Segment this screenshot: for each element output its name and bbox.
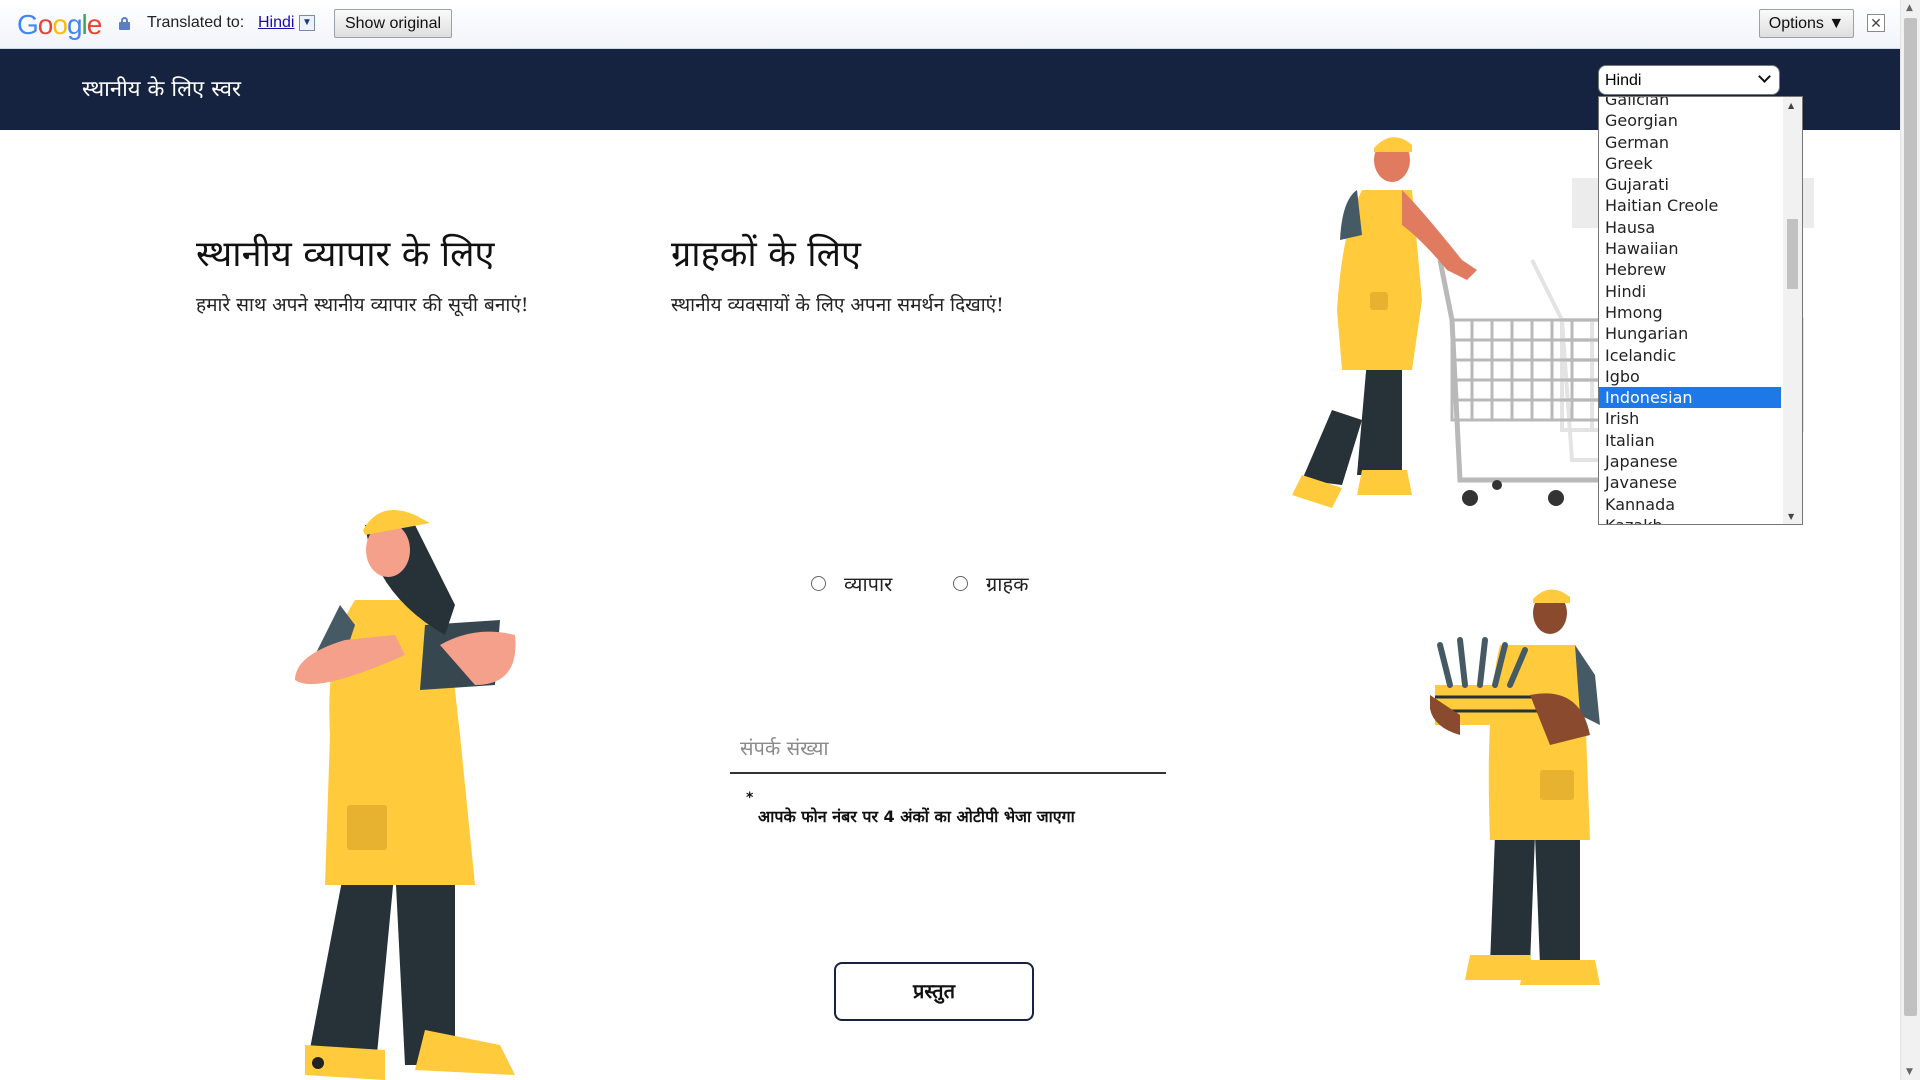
language-dropdown-list[interactable]: Galician Georgian German Greek Gujarati Haiti… — [1598, 96, 1803, 525]
page-scrollbar[interactable]: ▲ ▼ — [1900, 0, 1920, 1080]
language-option[interactable]: Igbo — [1599, 366, 1781, 387]
language-option[interactable]: Javanese — [1599, 472, 1781, 493]
business-section: स्थानीय व्यापार के लिए हमारे साथ अपने स्… — [196, 228, 528, 317]
phone-input[interactable]: संपर्क संख्या — [730, 730, 1166, 774]
radio-customer[interactable]: ग्राहक — [953, 570, 1028, 597]
customer-subtitle: स्थानीय व्यवसायों के लिए अपना समर्थन दिख… — [671, 294, 1004, 316]
dropdown-scrollbar[interactable]: ▲ ▼ — [1783, 97, 1802, 524]
radio-customer-label[interactable]: ग्राहक — [986, 570, 1028, 597]
language-option[interactable]: German — [1599, 132, 1781, 153]
radio-customer-circle[interactable] — [953, 576, 968, 591]
lock-icon — [119, 17, 130, 30]
man-crate-illustration — [1430, 589, 1600, 985]
dropdown-scroll-thumb[interactable] — [1787, 219, 1798, 289]
chevron-down-icon[interactable]: ▼ — [299, 15, 315, 31]
radio-business[interactable]: व्यापार — [811, 570, 892, 597]
options-button[interactable]: Options ▼ — [1759, 9, 1854, 38]
show-original-button[interactable]: Show original — [334, 9, 452, 38]
scroll-down-icon[interactable]: ▼ — [1788, 512, 1794, 521]
language-option[interactable]: Hmong — [1599, 302, 1781, 323]
language-option[interactable]: Hawaiian — [1599, 238, 1781, 259]
language-options[interactable]: Galician Georgian German Greek Gujarati Haiti… — [1599, 97, 1781, 524]
chevron-down-icon[interactable] — [1758, 70, 1771, 83]
language-option[interactable]: Irish — [1599, 408, 1781, 429]
customer-section: ग्राहकों के लिए स्थानीय व्यवसायों के लिए… — [671, 228, 1004, 317]
customer-title: ग्राहकों के लिए — [671, 234, 861, 275]
language-option[interactable]: Hausa — [1599, 217, 1781, 238]
language-option[interactable]: Japanese — [1599, 451, 1781, 472]
translate-language-link[interactable]: Hindi — [258, 14, 294, 32]
business-subtitle: हमारे साथ अपने स्थानीय व्यापार की सूची ब… — [196, 294, 529, 316]
google-logo: Google — [17, 9, 102, 40]
business-title: स्थानीय व्यापार के लिए — [196, 234, 495, 275]
site-brand[interactable]: स्थानीय के लिए स्वर — [82, 73, 241, 103]
language-option[interactable]: Italian — [1599, 430, 1781, 451]
language-option[interactable]: Hebrew — [1599, 259, 1781, 280]
required-asterisk: * — [746, 790, 754, 806]
language-option[interactable]: Haitian Creole — [1599, 195, 1781, 216]
scroll-up-icon[interactable]: ▲ — [1906, 3, 1913, 13]
translated-to-label: Translated to: — [147, 14, 245, 31]
language-option[interactable]: Kannada — [1599, 494, 1781, 515]
close-icon[interactable]: ✕ — [1867, 14, 1885, 32]
language-option[interactable]: Indonesian — [1599, 387, 1781, 409]
language-option[interactable]: Gujarati — [1599, 174, 1781, 195]
scroll-up-icon[interactable]: ▲ — [1788, 101, 1794, 110]
language-select-value[interactable]: Hindi — [1605, 72, 1641, 89]
language-option[interactable]: Greek — [1599, 153, 1781, 174]
language-option[interactable]: Hindi — [1599, 281, 1781, 302]
woman-notepad-illustration — [295, 510, 516, 1080]
language-select[interactable]: Hindi — [1598, 65, 1780, 95]
language-option[interactable]: Icelandic — [1599, 345, 1781, 366]
google-translate-bar: Google Translated to: Hindi ▼ Show origi… — [0, 0, 1900, 49]
scroll-down-icon[interactable]: ▼ — [1906, 1067, 1913, 1077]
language-option[interactable]: Kazakh — [1599, 515, 1781, 524]
radio-business-label[interactable]: व्यापार — [844, 570, 892, 597]
language-option[interactable]: Hungarian — [1599, 323, 1781, 344]
language-option[interactable]: Georgian — [1599, 110, 1781, 131]
radio-business-circle[interactable] — [811, 576, 826, 591]
otp-note: आपके फोन नंबर पर 4 अंकों का ओटीपी भेजा ज… — [758, 807, 1075, 826]
submit-button[interactable]: प्रस्तुत — [834, 962, 1034, 1021]
language-option[interactable]: Galician — [1599, 97, 1781, 110]
scrollbar-thumb[interactable] — [1904, 18, 1917, 1016]
